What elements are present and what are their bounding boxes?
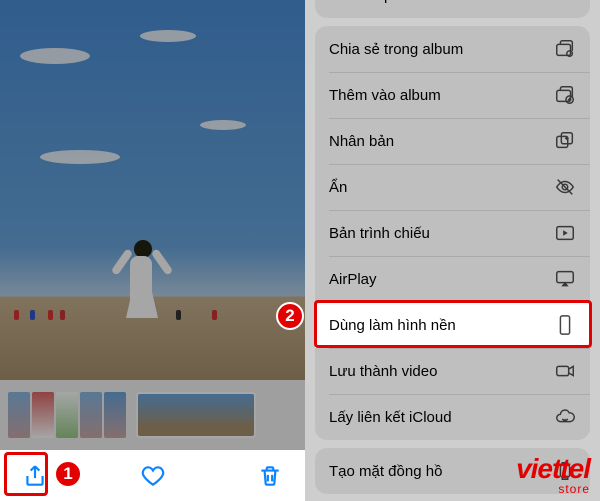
action-add_album[interactable]: Thêm vào album (315, 72, 590, 118)
video-icon (554, 360, 576, 382)
callout-1: 1 (54, 460, 82, 488)
delete-button[interactable] (253, 459, 287, 493)
action-airplay[interactable]: AirPlay (315, 256, 590, 302)
action-wallpaper[interactable]: Dùng làm hình nền (315, 302, 590, 348)
hide-icon (554, 176, 576, 198)
favorite-button[interactable] (136, 459, 170, 493)
duplicate-icon (554, 130, 576, 152)
brand-name: viettel (516, 455, 590, 483)
album-share-icon (554, 38, 576, 60)
share-button[interactable] (18, 459, 52, 493)
share-sheet: Sao chép ảnh Chia sẻ trong album Thêm vào… (305, 0, 600, 501)
action-label: Thêm vào album (329, 87, 441, 104)
brand-logo: viettel store (516, 455, 590, 495)
action-hide[interactable]: Ẩn (315, 164, 590, 210)
action-label: Tạo mặt đồng hồ (329, 463, 442, 480)
action-save_video[interactable]: Lưu thành video (315, 348, 590, 394)
action-label: Sao chép ảnh (329, 0, 422, 4)
action-label: Nhân bản (329, 133, 394, 150)
action-label: Dùng làm hình nền (329, 317, 456, 334)
action-icloud_link[interactable]: Lấy liên kết iCloud (315, 394, 590, 440)
action-label: Bản trình chiếu (329, 225, 430, 242)
action-duplicate[interactable]: Nhân bản (315, 118, 590, 164)
action-share_album[interactable]: Chia sẻ trong album (315, 26, 590, 72)
airplay-icon (554, 268, 576, 290)
phone-icon (554, 314, 576, 336)
action-slideshow[interactable]: Bản trình chiếu (315, 210, 590, 256)
action-label: Chia sẻ trong album (329, 41, 463, 58)
action-label: Lấy liên kết iCloud (329, 409, 452, 426)
action-label: Ẩn (329, 179, 347, 196)
action-copy-photo[interactable]: Sao chép ảnh (315, 0, 590, 18)
callout-2: 2 (276, 302, 304, 330)
action-label: Lưu thành video (329, 363, 437, 380)
brand-sub: store (516, 483, 590, 495)
toolbar (0, 450, 305, 501)
cloud-link-icon (554, 406, 576, 428)
action-label: AirPlay (329, 271, 377, 288)
slideshow-icon (554, 222, 576, 244)
photo-viewer (0, 0, 305, 501)
album-add-icon (554, 84, 576, 106)
